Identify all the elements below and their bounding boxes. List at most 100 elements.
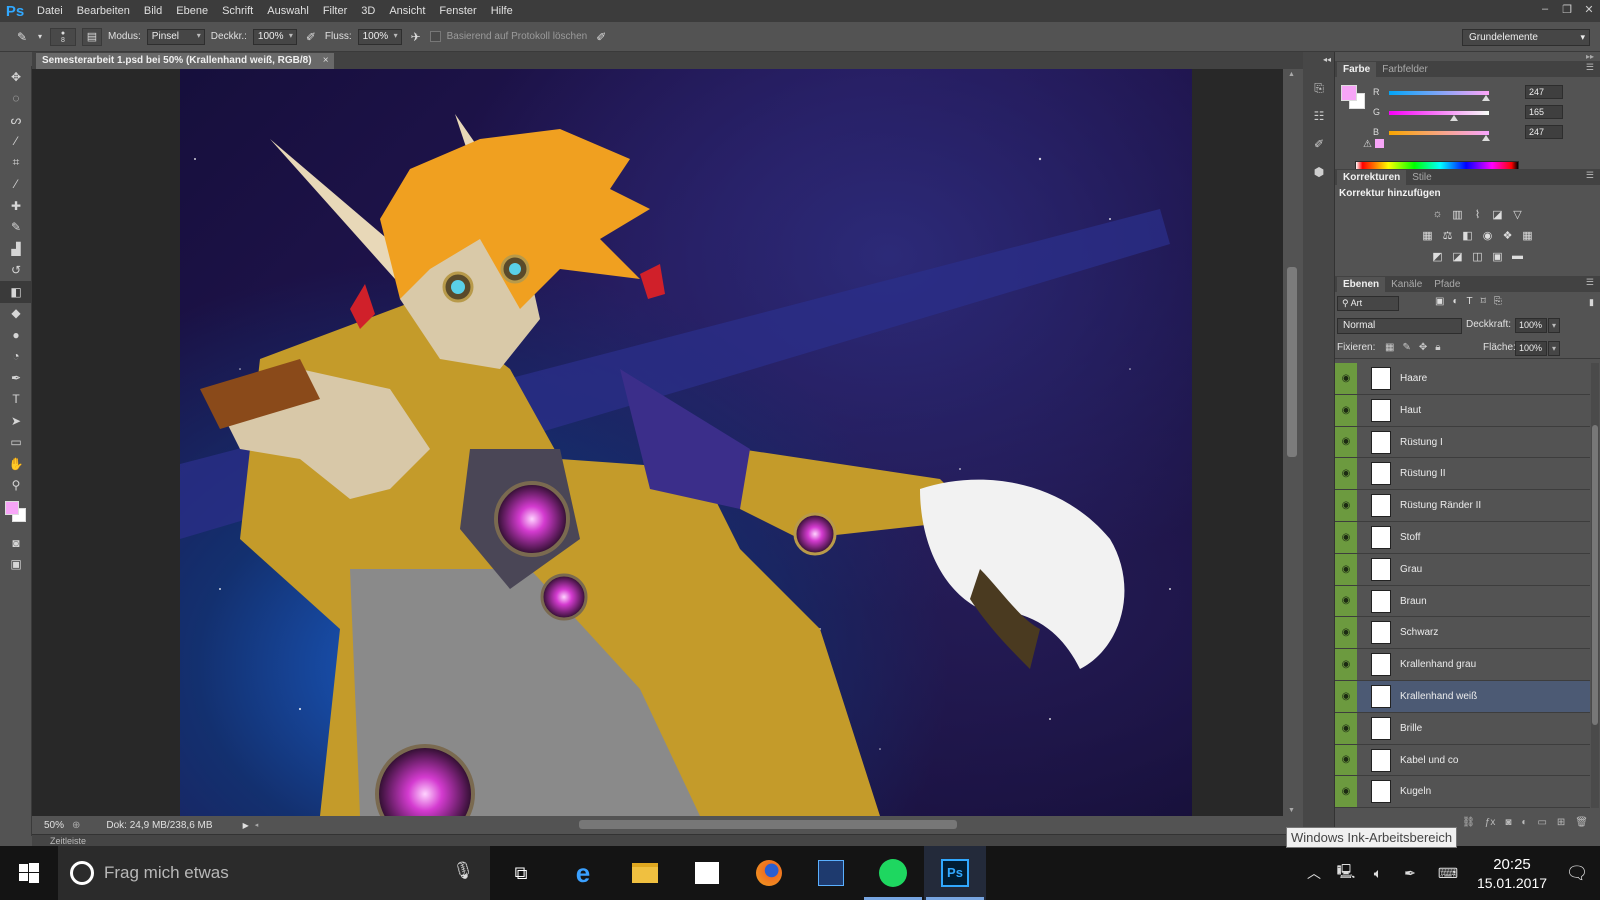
opacity-input[interactable]: 100% [252, 28, 297, 45]
network-icon[interactable]: 🖳︎ [1330, 861, 1362, 885]
color-balance-icon[interactable]: ⚖ [1441, 229, 1455, 242]
3d-panel-icon[interactable]: ⬢ [1303, 158, 1335, 186]
cortana-search-box[interactable]: Frag mich etwas 🎙︎ [58, 846, 490, 900]
photo-filter-icon[interactable]: ◉ [1481, 229, 1495, 242]
layer-row[interactable]: ◉ Krallenhand grau [1335, 649, 1590, 681]
scroll-left-icon[interactable]: ◂ [255, 821, 259, 829]
lasso-tool-icon[interactable]: ᔕ [0, 109, 32, 131]
mode-select[interactable]: Pinsel [146, 28, 205, 45]
new-group-icon[interactable]: ▭ [1537, 817, 1546, 828]
visibility-eye-icon[interactable]: ◉ [1335, 585, 1357, 617]
windows-store-icon[interactable] [676, 846, 738, 900]
layer-thumbnail[interactable] [1371, 589, 1391, 613]
layer-thumbnail[interactable] [1371, 621, 1391, 645]
web-safe-color-swatch[interactable] [1375, 139, 1384, 148]
paint-bucket-tool-icon[interactable]: ◆ [0, 303, 32, 325]
file-explorer-icon[interactable] [614, 846, 676, 900]
edge-browser-icon[interactable]: e [552, 846, 614, 900]
visibility-eye-icon[interactable]: ◉ [1335, 521, 1357, 553]
selective-color-icon[interactable]: ▣ [1491, 250, 1505, 263]
invert-icon[interactable]: ◩ [1431, 250, 1445, 263]
document-tab[interactable]: Semesterarbeit 1.psd bei 50% (Krallenhan… [36, 53, 334, 69]
keyboard-icon[interactable]: ⌨ [1426, 865, 1470, 882]
green-slider-thumb[interactable] [1449, 115, 1458, 121]
lock-pixels-icon[interactable]: ✎ [1402, 342, 1410, 353]
posterize-icon[interactable]: ◪ [1451, 250, 1465, 263]
eraser-tool-icon[interactable]: ◧ [0, 281, 32, 303]
new-layer-icon[interactable]: ⊞ [1557, 817, 1565, 828]
visibility-eye-icon[interactable]: ◉ [1335, 490, 1357, 521]
app-launcher-icon[interactable] [800, 846, 862, 900]
screen-mode-icon[interactable]: ▣ [0, 554, 32, 576]
chevron-down-icon[interactable]: ▾ [36, 29, 44, 45]
airbrush-icon[interactable]: ✈ [408, 29, 424, 45]
menu-3d[interactable]: 3D [354, 0, 382, 22]
vertical-scrollbar[interactable]: ▲ ▼ [1283, 69, 1303, 816]
chevron-up-icon[interactable]: ︿ [1298, 863, 1330, 883]
lock-transparency-icon[interactable]: ▦ [1385, 342, 1394, 353]
history-panel-icon[interactable]: ⎘ [1303, 74, 1335, 102]
red-slider-thumb[interactable] [1481, 95, 1490, 101]
timeline-panel-bar[interactable]: Zeitleiste [32, 834, 1302, 846]
layer-row[interactable]: ◉ Stoff [1335, 521, 1590, 554]
color-lookup-icon[interactable]: ▦ [1521, 229, 1535, 242]
layer-thumbnail[interactable] [1371, 716, 1391, 740]
lock-position-icon[interactable]: ✥ [1419, 342, 1427, 353]
panel-menu-icon[interactable]: ☰ [1586, 62, 1594, 73]
eyedropper-tool-icon[interactable]: ⁄ [0, 174, 32, 196]
search-input[interactable]: Frag mich etwas [104, 863, 229, 883]
hand-tool-icon[interactable]: ✋ [0, 453, 32, 475]
layer-thumbnail[interactable] [1371, 684, 1391, 708]
tab-channels[interactable]: Kanäle [1385, 277, 1428, 292]
visibility-eye-icon[interactable]: ◉ [1335, 426, 1357, 458]
menu-hilfe[interactable]: Hilfe [484, 0, 520, 22]
type-layer-filter-icon[interactable]: T [1467, 296, 1473, 307]
visibility-eye-icon[interactable]: ◉ [1335, 617, 1357, 649]
chevron-down-icon[interactable]: ▾ [1548, 341, 1560, 356]
visibility-eye-icon[interactable]: ◉ [1335, 712, 1357, 744]
scroll-up-icon[interactable]: ▲ [1288, 71, 1295, 78]
marquee-tool-icon[interactable]: ◌ [0, 88, 32, 110]
fill-input[interactable]: 100% [1515, 341, 1547, 356]
status-menu-arrow-icon[interactable]: ▶ [243, 821, 249, 830]
channel-mixer-icon[interactable]: ❖ [1501, 229, 1515, 242]
eraser-tool-icon[interactable]: ✎ [14, 29, 30, 45]
adjustment-layer-filter-icon[interactable]: ◐ [1452, 296, 1458, 307]
dodge-tool-icon[interactable]: ◔ [0, 346, 32, 368]
warning-icon[interactable]: ⚠ [1363, 139, 1372, 150]
curves-icon[interactable]: ⌇ [1471, 208, 1485, 221]
layer-thumbnail[interactable] [1371, 653, 1391, 677]
blend-mode-select[interactable]: Normal [1337, 318, 1462, 334]
canvas-area[interactable] [32, 69, 1315, 816]
foreground-color-swatch[interactable] [5, 501, 19, 515]
pressure-opacity-icon[interactable]: ✐ [303, 29, 319, 45]
volume-icon[interactable]: 🔈︎ [1362, 865, 1394, 882]
move-tool-icon[interactable]: ✥ [0, 66, 32, 88]
crop-tool-icon[interactable]: ⌗ [0, 152, 32, 174]
brush-tool-icon[interactable]: ✎ [0, 217, 32, 239]
vertical-scroll-thumb[interactable] [1287, 267, 1297, 457]
chevron-down-icon[interactable]: ▾ [1548, 318, 1560, 333]
visibility-eye-icon[interactable]: ◉ [1335, 680, 1357, 712]
layer-thumbnail[interactable] [1371, 398, 1391, 422]
visibility-eye-icon[interactable]: ◉ [1335, 394, 1357, 426]
red-channel-slider[interactable] [1389, 91, 1489, 95]
photoshop-taskbar-icon[interactable]: Ps [924, 846, 986, 900]
smart-object-filter-icon[interactable]: ⎘ [1494, 296, 1502, 307]
filter-toggle-icon[interactable]: ▮ [1589, 297, 1594, 308]
layer-row[interactable]: ◉ Grau [1335, 553, 1590, 586]
layer-row[interactable]: ◉ Kabel und co [1335, 744, 1590, 777]
layer-row[interactable]: ◉ Haut [1335, 394, 1590, 427]
type-tool-icon[interactable]: T [0, 389, 32, 411]
rectangle-tool-icon[interactable]: ▭ [0, 432, 32, 454]
vibrance-icon[interactable]: ▽ [1511, 208, 1525, 221]
zoom-level[interactable]: 50% [32, 820, 72, 831]
visibility-eye-icon[interactable]: ◉ [1335, 363, 1357, 394]
firefox-icon[interactable] [738, 846, 800, 900]
menu-ebene[interactable]: Ebene [169, 0, 215, 22]
green-channel-slider[interactable] [1389, 111, 1489, 115]
layer-row[interactable]: ◉ Braun [1335, 585, 1590, 618]
zoom-tool-icon[interactable]: ⚲ [0, 475, 32, 497]
layer-opacity-input[interactable]: 100% [1515, 318, 1547, 333]
lock-all-icon[interactable]: 🔒︎ [1435, 342, 1440, 353]
